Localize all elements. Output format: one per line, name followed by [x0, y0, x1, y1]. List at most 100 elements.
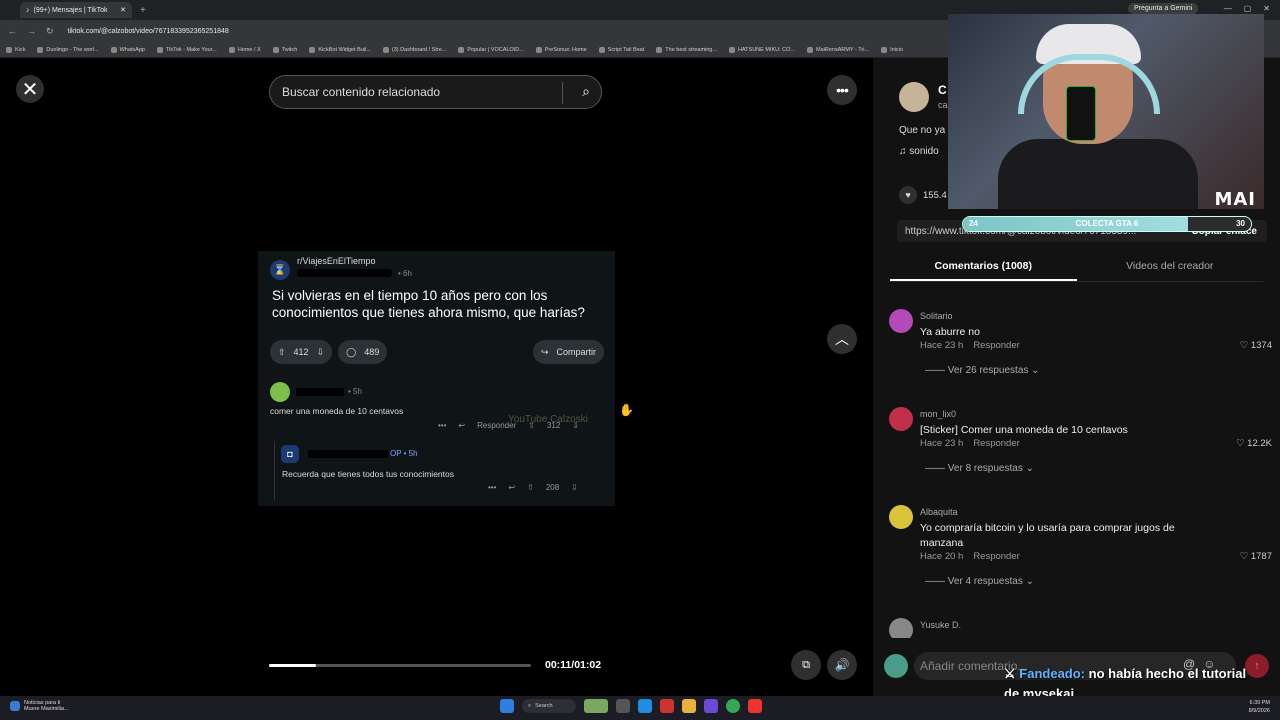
- minimize-icon[interactable]: —: [1224, 4, 1232, 13]
- comment-time: • 5h: [403, 449, 418, 458]
- bookmark-label: (3) Dashboard / Stre...: [391, 46, 447, 53]
- music-label[interactable]: ♫ sonido: [899, 146, 939, 157]
- comment-author[interactable]: mon_lix0: [920, 409, 956, 419]
- dash-icon: ——: [925, 576, 948, 587]
- news-widget[interactable]: Noticias para ti Muere Maximilia...: [10, 700, 69, 712]
- task-view-icon[interactable]: [616, 699, 630, 713]
- edge-icon[interactable]: [638, 699, 652, 713]
- video-player[interactable]: Buscar contenido relacionado ⌕ ⌛ r/Viaje…: [258, 58, 615, 696]
- more-icon: •••: [836, 82, 849, 98]
- comment-like[interactable]: ♡ 1787: [1240, 551, 1272, 562]
- bookmark-label: Twitch: [281, 46, 298, 53]
- comment-avatar[interactable]: [889, 618, 913, 638]
- bookmark-item[interactable]: Popular | VOCALOID...: [458, 46, 524, 53]
- reply-button[interactable]: Responder: [973, 438, 1019, 449]
- forward-icon[interactable]: →: [27, 26, 36, 37]
- bookmark-item[interactable]: WhatsApp: [110, 46, 145, 53]
- chat-user: Fandeado:: [1019, 666, 1086, 681]
- reply-label: Responder: [477, 421, 517, 430]
- reply-text: Recuerda que tienes todos tus conocimien…: [282, 469, 454, 479]
- bookmark-item[interactable]: KickBot Widget Buil...: [309, 46, 371, 53]
- related-search-input[interactable]: Buscar contenido relacionado ⌕: [269, 75, 602, 109]
- creator-avatar[interactable]: [899, 82, 929, 112]
- view-replies-button[interactable]: —— Ver 8 respuestas ⌄: [925, 463, 1034, 474]
- pip-button[interactable]: ⧉: [791, 650, 821, 680]
- music-app-icon[interactable]: [748, 699, 762, 713]
- bookmark-icon: [535, 46, 542, 53]
- pip-icon: ⧉: [802, 658, 810, 671]
- gemini-button[interactable]: Pregunta a Gemini: [1128, 3, 1199, 14]
- taskbar-search[interactable]: ⌕ Search: [522, 699, 576, 713]
- bookmark-label: Inicio: [890, 46, 903, 53]
- comment-list: Solitario Ya aburre no Hace 23 h Responder ♡…: [889, 303, 1275, 638]
- bookmark-item[interactable]: (3) Dashboard / Stre...: [382, 46, 447, 53]
- tab-creator-videos[interactable]: Videos del creador: [1077, 252, 1264, 281]
- bookmark-item[interactable]: The best streaming...: [656, 46, 717, 53]
- volume-button[interactable]: 🔊: [827, 650, 857, 680]
- op-avatar-icon: ◘: [281, 445, 299, 463]
- webcam-body: [998, 139, 1198, 209]
- tab-comments[interactable]: Comentarios (1008): [890, 252, 1077, 281]
- comment-like[interactable]: ♡ 1374: [1240, 340, 1272, 351]
- reply-button[interactable]: Responder: [973, 340, 1019, 351]
- bookmark-item[interactable]: Script Tail Beat: [598, 46, 644, 53]
- bookmark-label: MaiRensARMY - Tri...: [816, 46, 870, 53]
- bookmark-item[interactable]: PreSonus: Home: [535, 46, 587, 53]
- progress-fill: [269, 664, 317, 667]
- discord-icon[interactable]: [704, 699, 718, 713]
- view-replies-button[interactable]: —— Ver 26 respuestas ⌄: [925, 365, 1040, 376]
- bookmark-item[interactable]: Inicio: [881, 46, 903, 53]
- comment-author[interactable]: Albaquita: [920, 507, 958, 517]
- previous-video-button[interactable]: ︿: [827, 324, 857, 354]
- bookmark-item[interactable]: Duolingo - The worl...: [37, 46, 99, 53]
- webcam-can: [1066, 86, 1096, 141]
- bookmark-item[interactable]: TikTok - Make Your...: [156, 46, 217, 53]
- comment-avatar[interactable]: [889, 505, 913, 529]
- webcam-overlay: MAI: [948, 14, 1264, 209]
- bookmark-label: PreSonus: Home: [544, 46, 587, 53]
- reload-icon[interactable]: ↻: [46, 26, 54, 37]
- chrome-icon[interactable]: [726, 699, 740, 713]
- bookmark-label: WhatsApp: [119, 46, 145, 53]
- taskbar-search-label: Search: [535, 703, 553, 709]
- bookmark-item[interactable]: MaiRensARMY - Tri...: [807, 46, 870, 53]
- bookmark-item[interactable]: Twitch: [272, 46, 298, 53]
- donation-goal-bar: 24 COLECTA GTA 6 30: [962, 216, 1252, 232]
- comment-author[interactable]: Solitario: [920, 311, 953, 321]
- downvote-icon: ⇩: [571, 483, 578, 492]
- search-divider: [562, 82, 563, 104]
- comment-like[interactable]: ♡ 12.2K: [1236, 438, 1272, 449]
- bookmark-item[interactable]: Kick: [6, 46, 25, 53]
- browser-tab[interactable]: ♪ (99+) Mensajes | TikTok ✕: [20, 2, 132, 18]
- vote-pill: ⇧ 412 ⇩: [270, 340, 333, 364]
- widget-icon[interactable]: [584, 699, 608, 713]
- more-options-button[interactable]: •••: [827, 75, 857, 105]
- maximize-icon[interactable]: ▢: [1244, 4, 1252, 13]
- heart-icon[interactable]: ♥: [899, 186, 917, 204]
- bookmark-item[interactable]: HATSUNE MIKU: CO...: [728, 46, 795, 53]
- bookmark-item[interactable]: Home / X: [228, 46, 261, 53]
- comment-like-count: 1787: [1250, 551, 1272, 562]
- comment-avatar[interactable]: [889, 407, 913, 431]
- close-video-button[interactable]: ✕: [16, 75, 44, 103]
- comment-author[interactable]: Yusuke D.: [920, 620, 961, 630]
- view-replies-label: Ver 4 respuestas: [947, 576, 1023, 587]
- search-icon[interactable]: ⌕: [582, 83, 590, 100]
- reply-button[interactable]: Responder: [973, 551, 1019, 562]
- system-clock[interactable]: 6:39 PM 8/9/2026: [1249, 699, 1270, 715]
- bookmark-icon: [309, 46, 316, 53]
- file-explorer-icon[interactable]: [682, 699, 696, 713]
- video-progress-bar[interactable]: [269, 664, 531, 667]
- comment-avatar[interactable]: [889, 309, 913, 333]
- creator-name[interactable]: C: [938, 83, 947, 97]
- tab-close-icon[interactable]: ✕: [120, 6, 126, 14]
- dash-icon: ——: [925, 463, 948, 474]
- view-replies-button[interactable]: —— Ver 4 respuestas ⌄: [925, 576, 1034, 587]
- heart-outline-icon: ♡: [1236, 438, 1248, 449]
- app-icon[interactable]: [660, 699, 674, 713]
- windows-start-icon[interactable]: [500, 699, 514, 713]
- window-close-icon[interactable]: ✕: [1263, 4, 1270, 13]
- downvote-icon: ⇩: [316, 346, 325, 357]
- back-icon[interactable]: ←: [8, 26, 17, 37]
- new-tab-button[interactable]: +: [140, 5, 146, 16]
